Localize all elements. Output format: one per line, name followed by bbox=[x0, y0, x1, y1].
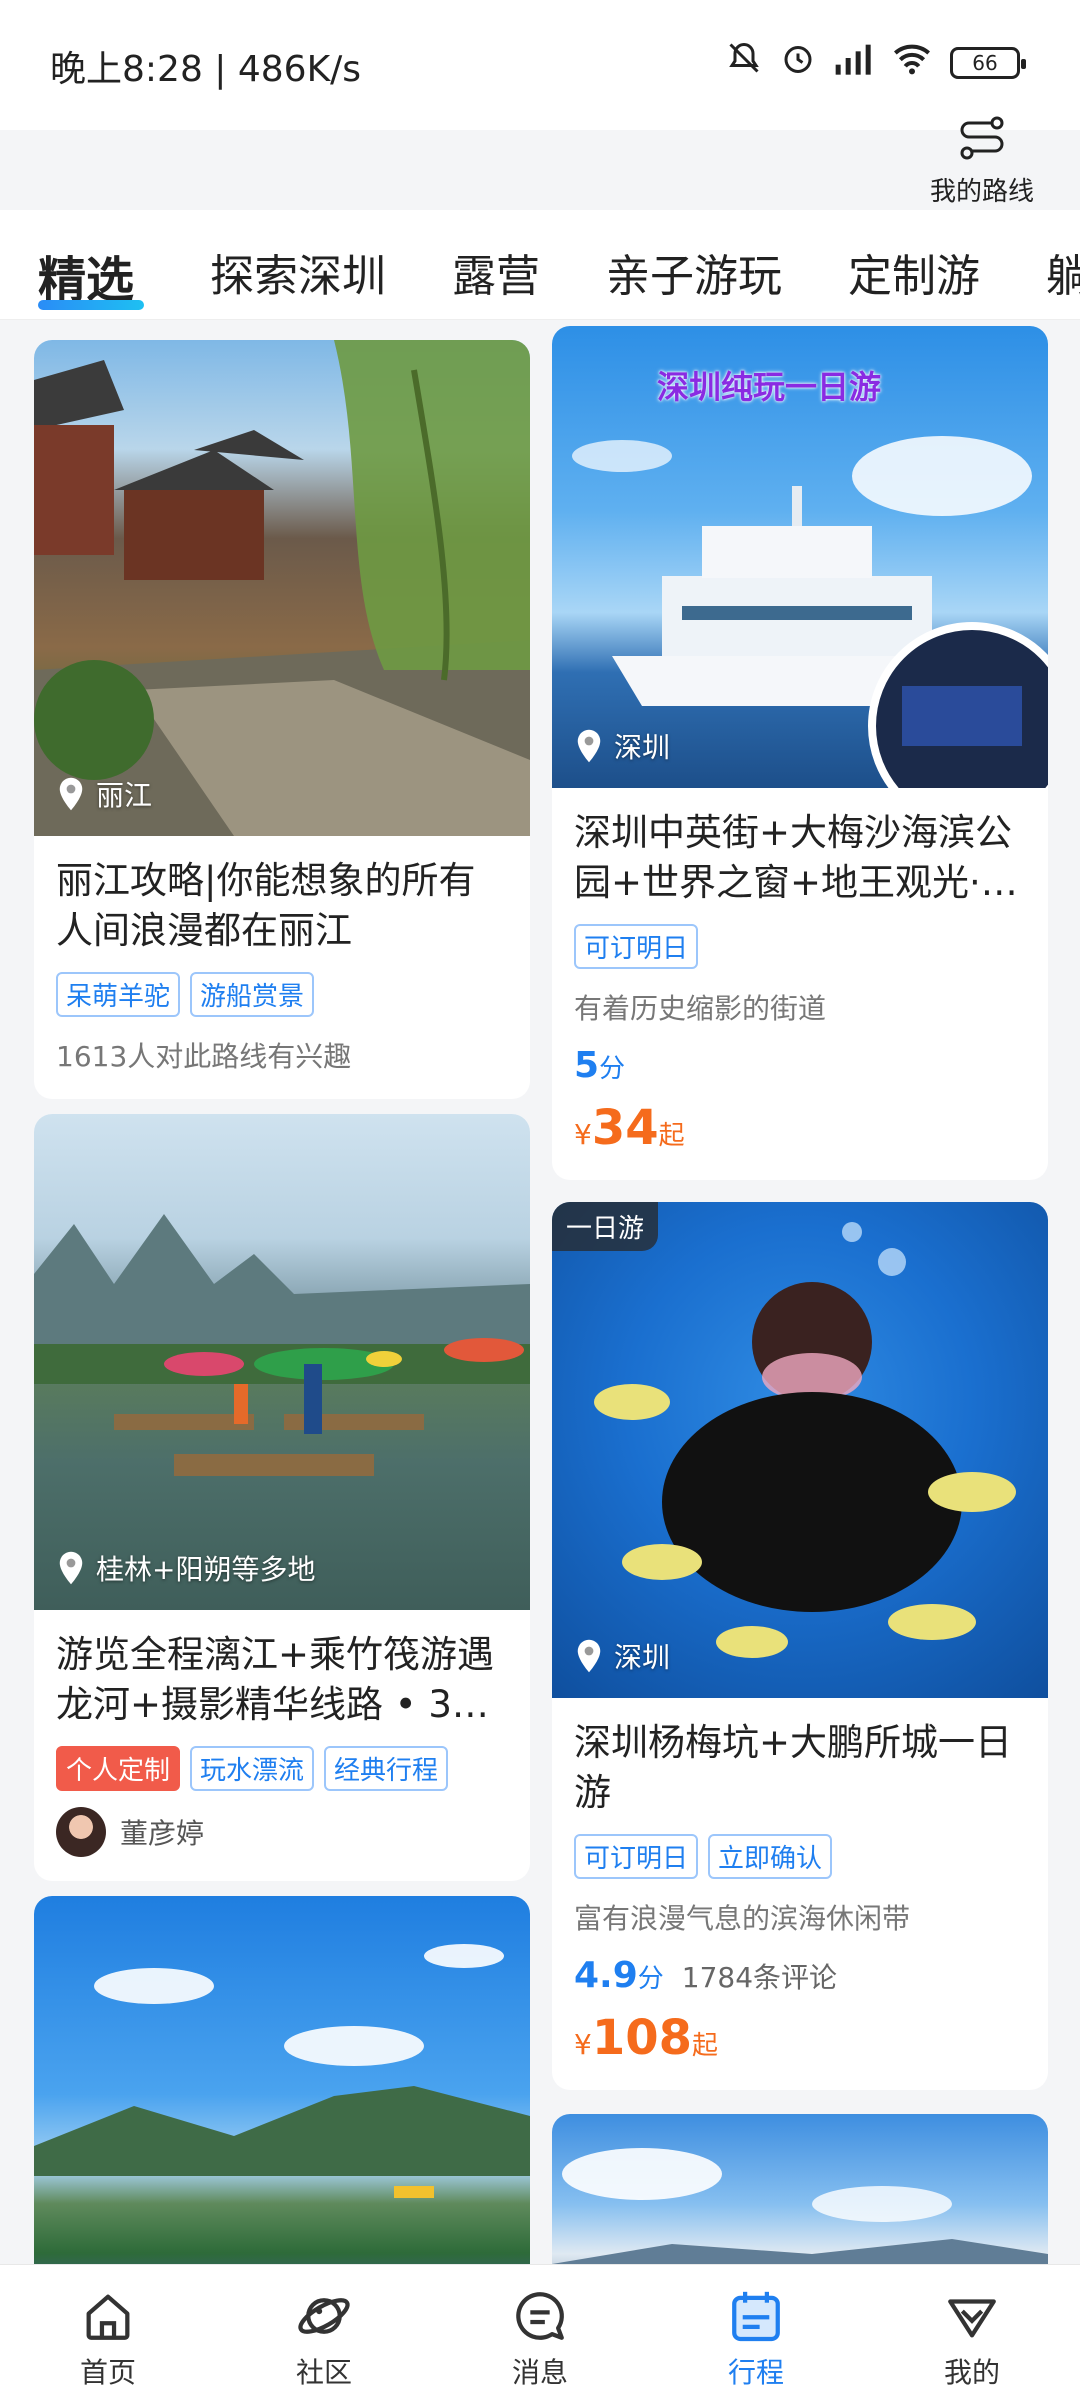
price-symbol: ¥ bbox=[574, 1118, 592, 1151]
feature-tag: 立即确认 bbox=[708, 1834, 833, 1879]
author-avatar bbox=[56, 1807, 106, 1857]
location-pin-icon bbox=[59, 777, 83, 811]
message-icon bbox=[516, 2292, 564, 2340]
feature-tag: 可订明日 bbox=[574, 924, 699, 969]
nav-label: 首页 bbox=[79, 2356, 136, 2389]
location-text: 深圳 bbox=[614, 731, 671, 764]
nav-community[interactable]: 社区 bbox=[216, 2265, 432, 2400]
planet-icon bbox=[298, 2298, 350, 2334]
location-text: 深圳 bbox=[614, 1641, 671, 1674]
price-symbol: ¥ bbox=[574, 2028, 592, 2061]
tab-explore-shenzhen[interactable]: 探索深圳 bbox=[210, 240, 386, 304]
route-card[interactable]: 一日游 深圳 深圳杨梅坑+大鹏所城一日游 可订明日 立即确认 富有浪漫气息的滨海… bbox=[552, 1202, 1048, 2090]
corner-tag: 一日游 bbox=[552, 1202, 659, 1251]
location-badge: 桂林+阳朔等多地 bbox=[56, 1548, 315, 1588]
feature-tag: 呆萌羊驼 bbox=[56, 972, 181, 1017]
battery-icon: 66 bbox=[950, 46, 1026, 79]
rating-row: 4.9分 1784条评论 bbox=[574, 1955, 1026, 1996]
tab-more[interactable]: 躺 bbox=[1046, 240, 1080, 304]
author-row: 董彦婷 bbox=[56, 1807, 508, 1857]
feature-tag: 可订明日 bbox=[574, 1834, 699, 1879]
card-image bbox=[34, 1896, 530, 2296]
author-name: 董彦婷 bbox=[120, 1817, 205, 1850]
price-value: 108 bbox=[591, 2010, 693, 2066]
status-icons: 66 bbox=[726, 40, 1026, 85]
nav-label: 我的 bbox=[943, 2356, 1000, 2389]
lijiang-town-illustration bbox=[34, 340, 530, 836]
feature-tag: 玩水漂流 bbox=[190, 1746, 315, 1791]
feature-tag: 游船赏景 bbox=[190, 972, 315, 1017]
price-suffix: 起 bbox=[658, 1121, 685, 1151]
interest-count: 1613人对此路线有兴趣 bbox=[56, 1040, 352, 1073]
my-route-button[interactable]: 我的路线 bbox=[922, 115, 1042, 208]
card-image: 深圳纯玩一日游 深圳 bbox=[552, 326, 1048, 788]
itinerary-icon bbox=[732, 2291, 780, 2342]
card-title: 深圳杨梅坑+大鹏所城一日游 bbox=[574, 1721, 1013, 1814]
card-description: 有着历史缩影的街道 bbox=[574, 992, 827, 1025]
rating-row: 5分 bbox=[574, 1045, 1026, 1086]
tab-camping[interactable]: 露营 bbox=[452, 240, 540, 304]
my-route-label: 我的路线 bbox=[929, 177, 1034, 207]
location-text: 桂林+阳朔等多地 bbox=[96, 1553, 316, 1586]
card-image: 丽江 bbox=[34, 340, 530, 836]
location-text: 丽江 bbox=[96, 779, 153, 812]
location-badge: 深圳 bbox=[574, 726, 670, 766]
li-river-illustration bbox=[34, 1214, 530, 1476]
route-card[interactable]: 深圳纯玩一日游 深圳 深圳中英街+大梅沙海滨公园+世界之窗+地王观光·… 可订明… bbox=[552, 326, 1048, 1180]
review-count: 1784条评论 bbox=[681, 1961, 838, 1994]
price-value: 34 bbox=[591, 1100, 659, 1156]
profile-icon bbox=[948, 2299, 996, 2338]
price-row: ¥ 108 起 bbox=[574, 2010, 1026, 2066]
tab-custom-tour[interactable]: 定制游 bbox=[848, 240, 980, 304]
nav-itinerary[interactable]: 行程 bbox=[648, 2265, 864, 2400]
nav-home[interactable]: 首页 bbox=[0, 2265, 216, 2400]
card-title: 游览全程漓江+乘竹筏游遇龙河+摄影精华线路 • 3… bbox=[56, 1633, 495, 1726]
location-badge: 深圳 bbox=[574, 1636, 670, 1676]
home-icon bbox=[86, 2294, 130, 2340]
location-pin-icon bbox=[59, 1551, 83, 1585]
location-pin-icon bbox=[577, 729, 601, 763]
route-card[interactable] bbox=[34, 1896, 530, 2296]
nav-label: 行程 bbox=[727, 2356, 784, 2389]
rating-unit: 分 bbox=[599, 1054, 626, 1084]
feature-tag: 个人定制 bbox=[56, 1746, 181, 1791]
category-tabs: 精选 探索深圳 露营 亲子游玩 定制游 躺 bbox=[0, 210, 1080, 320]
status-time: 晚上8:28 | 486K/s bbox=[50, 49, 362, 90]
route-icon bbox=[960, 116, 1004, 160]
mute-icon bbox=[726, 40, 762, 85]
alarm-icon bbox=[780, 40, 816, 85]
status-bar: 晚上8:28 | 486K/s 66 bbox=[0, 0, 1080, 130]
card-image: 一日游 深圳 bbox=[552, 1202, 1048, 1698]
image-caption: 深圳纯玩一日游 bbox=[657, 368, 882, 406]
price-suffix: 起 bbox=[692, 2031, 719, 2061]
route-card[interactable]: 丽江 丽江攻略|你能想象的所有人间浪漫都在丽江 呆萌羊驼 游船赏景 1613人对… bbox=[34, 340, 530, 1099]
bottom-navigation: 首页 社区 消息 行程 我的 bbox=[0, 2264, 1080, 2400]
card-description: 富有浪漫气息的滨海休闲带 bbox=[574, 1902, 911, 1935]
nav-profile[interactable]: 我的 bbox=[864, 2265, 1080, 2400]
diving-illustration bbox=[594, 1222, 1016, 1658]
rating-score: 4.9 bbox=[574, 1955, 638, 1996]
wifi-icon bbox=[892, 41, 932, 84]
nav-label: 社区 bbox=[295, 2356, 352, 2389]
nav-label: 消息 bbox=[511, 2356, 568, 2389]
active-tab-indicator bbox=[38, 300, 144, 310]
location-badge: 丽江 bbox=[56, 774, 152, 814]
card-title: 丽江攻略|你能想象的所有人间浪漫都在丽江 bbox=[56, 859, 476, 952]
card-image: 桂林+阳朔等多地 bbox=[34, 1114, 530, 1610]
feature-tag: 经典行程 bbox=[324, 1746, 449, 1791]
card-title: 深圳中英街+大梅沙海滨公园+世界之窗+地王观光·… bbox=[574, 811, 1018, 904]
tab-family[interactable]: 亲子游玩 bbox=[606, 240, 782, 304]
rating-score: 5 bbox=[574, 1045, 600, 1086]
signal-icon bbox=[834, 41, 874, 84]
lake-illustration bbox=[34, 1944, 530, 2198]
nav-messages[interactable]: 消息 bbox=[432, 2265, 648, 2400]
price-row: ¥ 34 起 bbox=[574, 1100, 1026, 1156]
location-pin-icon bbox=[577, 1639, 601, 1673]
rating-unit: 分 bbox=[637, 1964, 664, 1994]
route-card[interactable]: 桂林+阳朔等多地 游览全程漓江+乘竹筏游遇龙河+摄影精华线路 • 3… 个人定制… bbox=[34, 1114, 530, 1881]
